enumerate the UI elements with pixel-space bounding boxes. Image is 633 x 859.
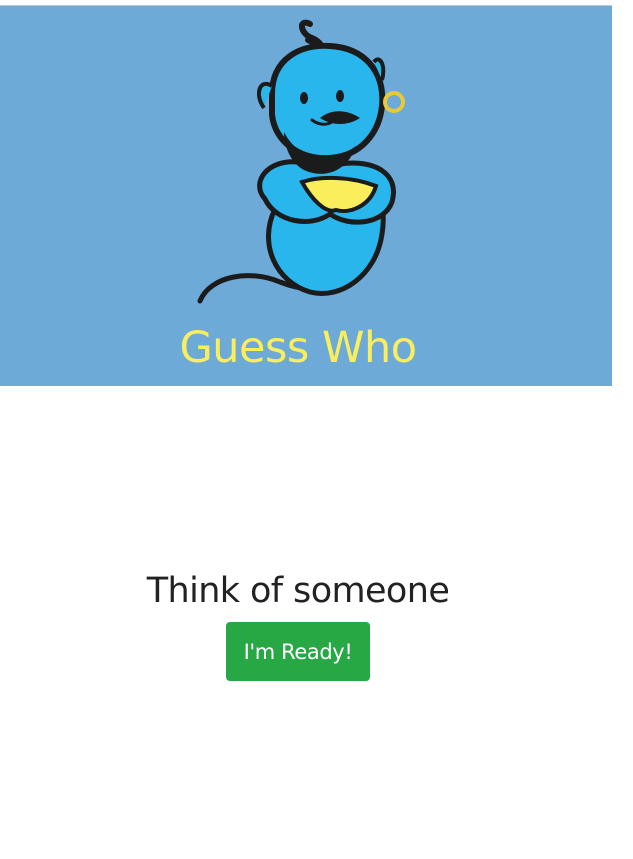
- genie-icon: [197, 19, 405, 304]
- ready-button[interactable]: I'm Ready!: [226, 622, 370, 681]
- banner: Guess Who: [0, 6, 612, 386]
- banner-title: Guess Who: [179, 323, 417, 373]
- main-content: Think of someone I'm Ready!: [0, 386, 596, 859]
- page-heading: Think of someone: [146, 571, 450, 611]
